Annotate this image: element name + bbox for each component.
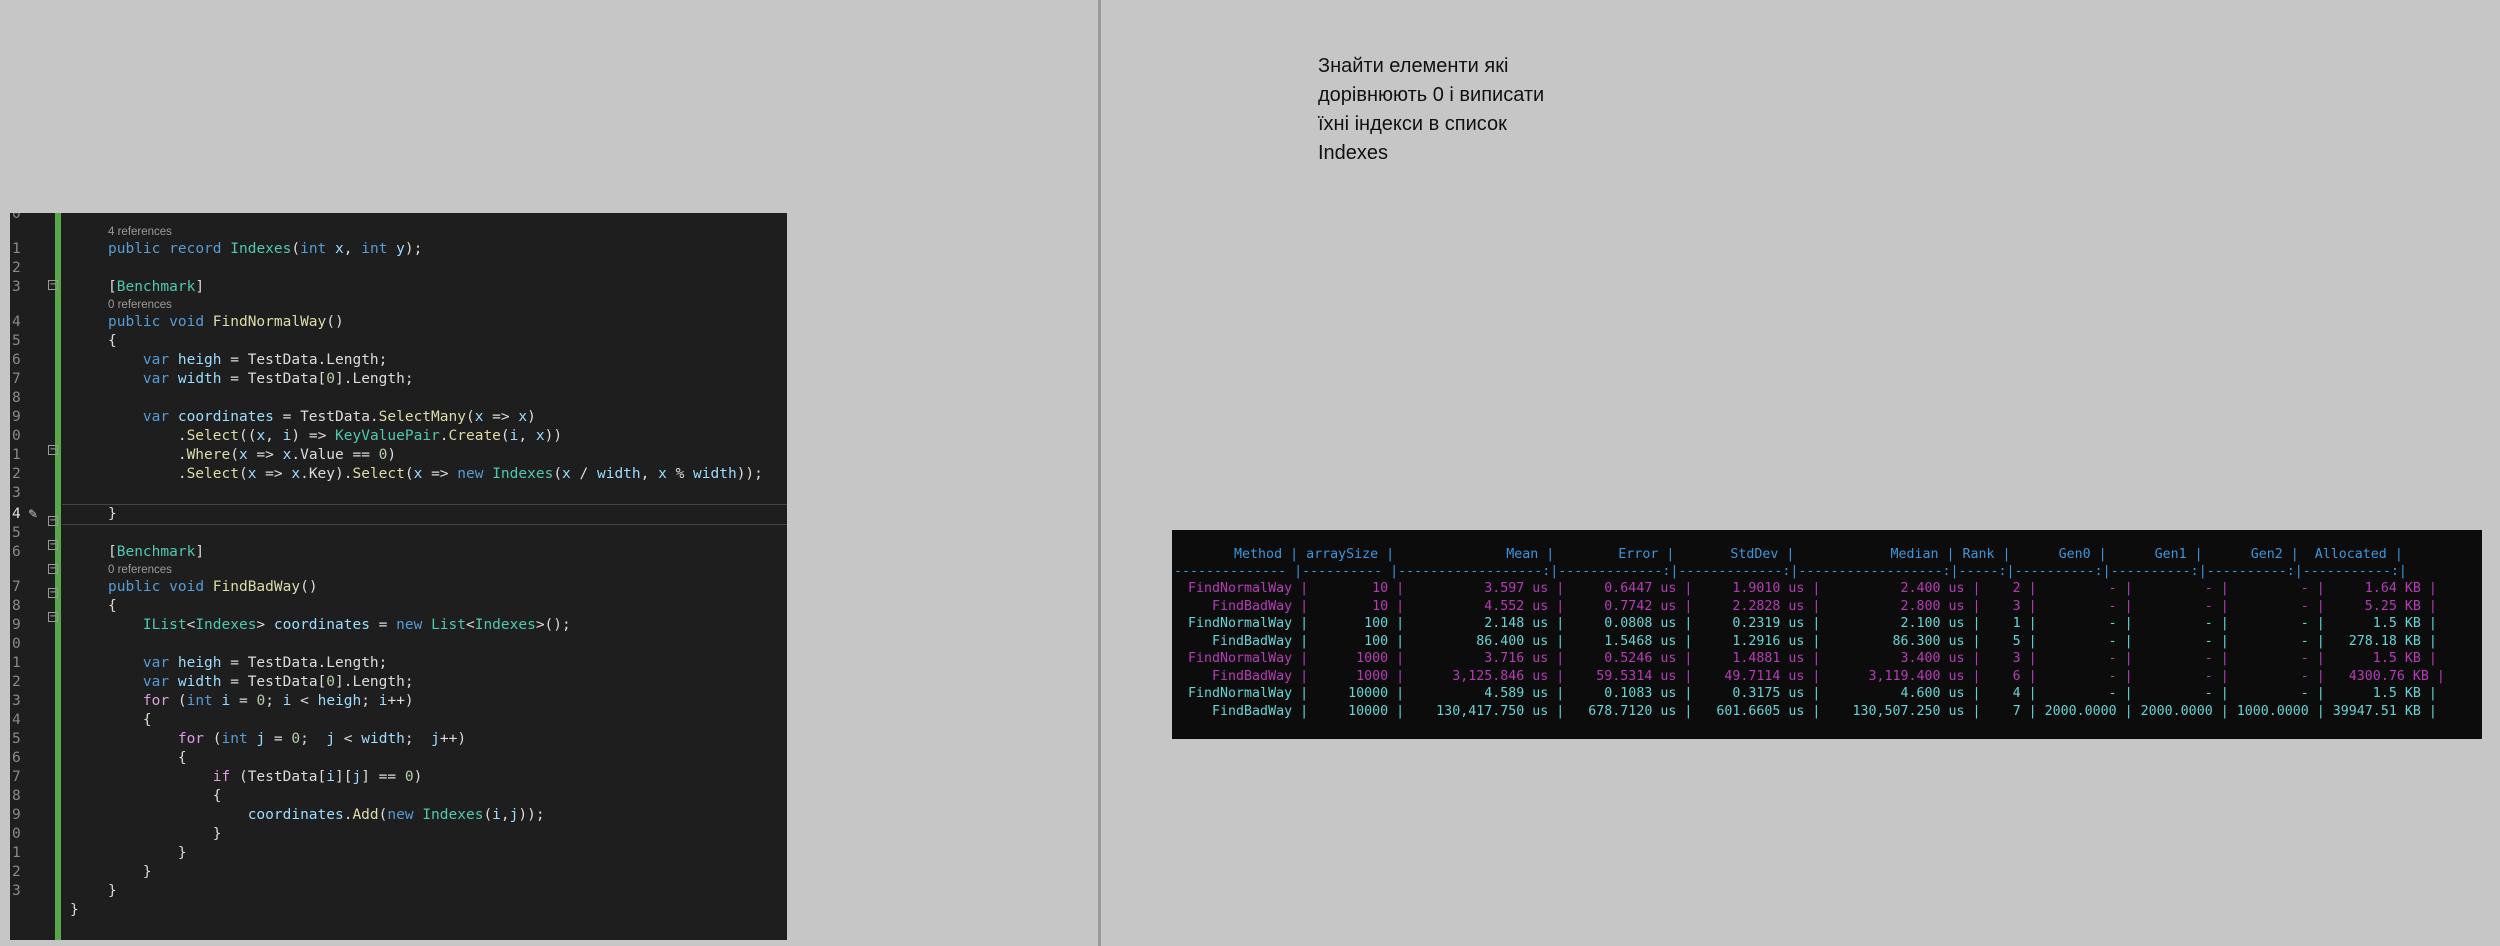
benchmark-row: FindBadWay | 1000 | 3,125.846 us | 59.53… xyxy=(1172,668,2445,684)
code-line: public record Indexes(int x, int y); xyxy=(108,241,423,257)
code-line: } xyxy=(212,826,222,842)
code-line: IList<Indexes> coordinates = new List<In… xyxy=(142,617,571,633)
benchmark-row: FindNormalWay | 10 | 3.597 us | 0.6447 u… xyxy=(1172,581,2437,596)
code-line: { xyxy=(212,788,222,804)
code-line: .Select(x => x.Key).Select(x => new Inde… xyxy=(177,466,763,482)
line-number: 9 xyxy=(12,807,21,823)
line-number: 6 xyxy=(12,544,21,560)
right-pane: Знайти елементи які дорівнюють 0 і випис… xyxy=(1101,0,2500,946)
codelens-references[interactable]: 4 references xyxy=(108,225,172,239)
benchmark-row: FindBadWay | 100 | 86.400 us | 1.5468 us… xyxy=(1172,633,2437,649)
line-number: 4 xyxy=(12,712,21,728)
code-line: { xyxy=(108,333,117,349)
line-number: 3 xyxy=(12,693,21,709)
fold-toggle-icon[interactable]: − xyxy=(48,540,58,550)
line-number: 0 xyxy=(12,826,21,842)
code-line: var coordinates = TestData.SelectMany(x … xyxy=(142,409,536,425)
code-line: public void FindNormalWay() xyxy=(108,314,344,330)
fold-toggle-icon[interactable]: − xyxy=(48,612,58,622)
line-number: 8 xyxy=(12,598,21,614)
fold-toggle-icon[interactable]: − xyxy=(48,280,58,290)
line-number: 3 xyxy=(12,485,21,501)
line-number: 7 xyxy=(12,769,21,785)
fold-toggle-icon[interactable]: − xyxy=(48,445,58,455)
code-line: .Select((x, i) => KeyValuePair.Create(i,… xyxy=(177,428,563,444)
code-area[interactable]: 4 references public record Indexes(int x… xyxy=(62,213,787,940)
code-line: for (int j = 0; j < width; j++) xyxy=(177,731,467,747)
line-number: 5 xyxy=(12,525,21,541)
fold-toggle-icon[interactable]: − xyxy=(48,588,58,598)
line-number: 7 xyxy=(12,371,21,387)
line-number: 3 xyxy=(12,883,21,899)
line-number: 2 xyxy=(12,864,21,880)
task-note: Знайти елементи які дорівнюють 0 і випис… xyxy=(1318,52,1578,168)
line-number-gutter: 0 1 2 3 4 5 6 7 8 9 0 1 2 3 4 5 6 7 8 9 0 1 2 3 4 5 6 7 8 9 0 1 2 3 xyxy=(10,213,40,940)
line-number: 9 xyxy=(12,409,21,425)
line-number: 2 xyxy=(12,674,21,690)
benchmark-row: FindNormalWay | 100 | 2.148 us | 0.0808 … xyxy=(1172,616,2437,631)
benchmark-results-terminal: Method | arraySize | Mean | Error | StdD… xyxy=(1172,530,2482,739)
line-number: 7 xyxy=(12,579,21,595)
line-number: 2 xyxy=(12,260,21,276)
code-line: } xyxy=(70,902,79,918)
code-line: } xyxy=(177,845,187,861)
fold-toggle-icon[interactable]: − xyxy=(48,564,58,574)
code-line: var width = TestData[0].Length; xyxy=(142,674,414,690)
code-line: [Benchmark] xyxy=(108,544,205,560)
left-pane: 0 1 2 3 4 5 6 7 8 9 0 1 2 3 4 5 6 7 8 9 0 1 2 3 4 5 6 7 8 9 0 1 2 3 ✎ − −… xyxy=(0,0,1098,946)
code-line: { xyxy=(142,712,152,728)
line-number: 9 xyxy=(12,617,21,633)
code-line: var width = TestData[0].Length; xyxy=(142,371,414,387)
benchmark-separator: -------------- |---------- |------------… xyxy=(1174,564,2407,579)
code-line: } xyxy=(142,864,152,880)
fold-toggle-icon[interactable]: − xyxy=(48,516,58,526)
change-tracking-bar xyxy=(55,213,61,940)
code-line: var heigh = TestData.Length; xyxy=(142,655,388,671)
code-editor[interactable]: 0 1 2 3 4 5 6 7 8 9 0 1 2 3 4 5 6 7 8 9 0 1 2 3 4 5 6 7 8 9 0 1 2 3 ✎ − −… xyxy=(10,213,787,940)
code-line: } xyxy=(108,883,117,899)
line-number: 6 xyxy=(12,352,21,368)
line-number: 2 xyxy=(12,466,21,482)
line-number: 1 xyxy=(12,447,21,463)
line-number: 5 xyxy=(12,333,21,349)
note-line: дорівнюють 0 і виписати xyxy=(1318,84,1545,106)
line-number: 4 xyxy=(12,314,21,330)
line-number: 0 xyxy=(12,636,21,652)
benchmark-row: FindNormalWay | 10000 | 4.589 us | 0.108… xyxy=(1172,686,2437,701)
line-number: 4 xyxy=(12,506,21,522)
code-line: } xyxy=(108,506,117,522)
line-number: 6 xyxy=(12,750,21,766)
line-number: 1 xyxy=(12,655,21,671)
code-line: var heigh = TestData.Length; xyxy=(142,352,388,368)
code-line: .Where(x => x.Value == 0) xyxy=(177,447,397,463)
line-number: 3 xyxy=(12,279,21,295)
code-line: { xyxy=(108,598,117,614)
line-number: 1 xyxy=(12,241,21,257)
benchmark-row: FindNormalWay | 1000 | 3.716 us | 0.5246… xyxy=(1172,651,2437,666)
code-line: if (TestData[i][j] == 0) xyxy=(212,769,423,785)
line-number: 5 xyxy=(12,731,21,747)
line-number: 1 xyxy=(12,845,21,861)
line-number: 0 xyxy=(12,428,21,444)
note-line: Знайти елементи які xyxy=(1318,55,1509,77)
note-line: їхні індекси в список xyxy=(1318,113,1507,135)
codelens-references[interactable]: 0 references xyxy=(108,298,172,312)
benchmark-header: Method | arraySize | Mean | Error | StdD… xyxy=(1178,547,2403,562)
line-number: 8 xyxy=(12,390,21,406)
code-line: { xyxy=(177,750,187,766)
code-line: [Benchmark] xyxy=(108,279,205,295)
benchmark-row: FindBadWay | 10000 | 130,417.750 us | 67… xyxy=(1172,703,2437,719)
note-line: Indexes xyxy=(1318,142,1389,164)
line-number: 0 xyxy=(12,213,21,222)
benchmark-row: FindBadWay | 10 | 4.552 us | 0.7742 us |… xyxy=(1172,598,2437,614)
code-line: coordinates.Add(new Indexes(i,j)); xyxy=(247,807,545,823)
quick-actions-icon[interactable]: ✎ xyxy=(28,507,44,521)
line-number: 8 xyxy=(12,788,21,804)
code-line: for (int i = 0; i < heigh; i++) xyxy=(142,693,414,709)
code-line: public void FindBadWay() xyxy=(108,579,318,595)
codelens-references[interactable]: 0 references xyxy=(108,563,172,577)
